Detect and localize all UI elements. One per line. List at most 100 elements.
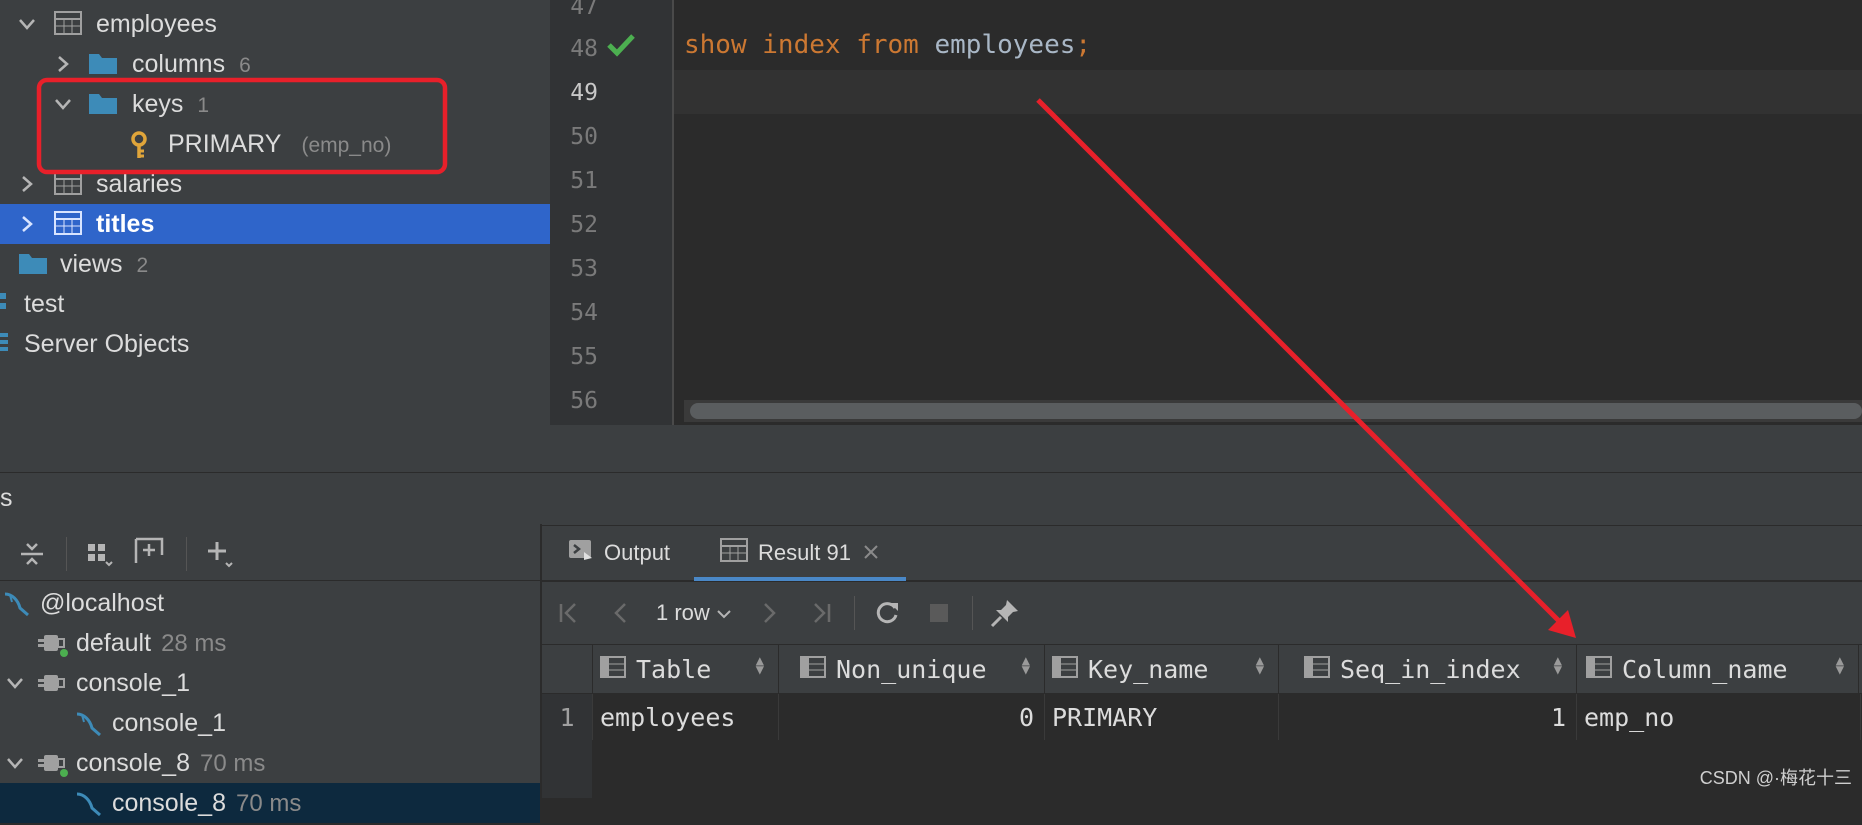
active-tab-indicator xyxy=(694,577,906,581)
cell-column-name[interactable]: emp_no xyxy=(1576,694,1861,740)
mysql-icon xyxy=(2,590,30,617)
service-label: console_1 xyxy=(76,668,190,697)
column-header-label: Column_name xyxy=(1622,654,1788,684)
column-header-label: Table xyxy=(636,654,712,684)
tree-item-label: Server Objects xyxy=(24,329,190,358)
group-by-icon[interactable] xyxy=(82,536,118,572)
first-page-icon[interactable] xyxy=(552,596,586,630)
tab-output[interactable]: Output xyxy=(568,526,670,580)
add-icon[interactable] xyxy=(202,536,238,572)
tree-item-label: keys xyxy=(132,89,184,118)
line-number: 52 xyxy=(570,212,598,238)
watermark: CSDN @·梅花十三 xyxy=(1699,768,1852,788)
sql-semicolon: ; xyxy=(1075,30,1092,60)
console-icon xyxy=(38,750,68,777)
tree-item-keys[interactable]: keys 1 xyxy=(0,84,550,124)
cell-seq-in-index[interactable]: 1 xyxy=(1278,694,1577,740)
cell-non-unique[interactable]: 0 xyxy=(778,694,1045,740)
services-title: s xyxy=(0,484,13,512)
column-icon xyxy=(1304,655,1330,684)
tree-item-views[interactable]: views 2 xyxy=(0,244,550,284)
folder-icon xyxy=(18,251,47,277)
server-objects-icon xyxy=(0,331,10,357)
tree-item-label: titles xyxy=(96,209,155,238)
row-number-header xyxy=(542,645,593,693)
column-header-non-unique[interactable]: Non_unique ▲ ▼ xyxy=(778,645,1045,693)
close-icon[interactable] xyxy=(863,540,879,566)
service-duration: 70 ms xyxy=(235,789,302,817)
service-label: console_1 xyxy=(112,708,226,737)
line-number: 54 xyxy=(570,300,598,326)
table-icon xyxy=(54,171,82,197)
tab-label: Output xyxy=(604,540,671,565)
tree-item-salaries[interactable]: salaries xyxy=(0,164,550,204)
line-number: 50 xyxy=(570,124,598,150)
column-header-table[interactable]: Table ▲ ▼ xyxy=(592,645,779,693)
sql-statement[interactable]: show index from employees; xyxy=(684,30,1091,60)
sort-icon[interactable]: ▲ ▼ xyxy=(1836,654,1844,677)
column-header-column-name[interactable]: Column_name ▲ ▼ xyxy=(1576,645,1859,693)
row-count-selector[interactable]: 1 row xyxy=(656,600,732,626)
chevron-right-icon[interactable] xyxy=(14,211,40,237)
service-item-console-1[interactable]: console_1 xyxy=(0,663,540,703)
tree-item-label: test xyxy=(24,289,65,318)
sort-icon[interactable]: ▲ ▼ xyxy=(756,654,764,677)
output-icon xyxy=(568,538,594,568)
line-number: 56 xyxy=(570,388,598,414)
sort-icon[interactable]: ▲ ▼ xyxy=(1554,654,1562,677)
sort-icon[interactable]: ▲ ▼ xyxy=(1256,654,1264,677)
column-icon xyxy=(600,655,626,684)
chevron-down-icon[interactable] xyxy=(2,670,28,696)
tree-item-employees[interactable]: employees xyxy=(0,4,550,44)
service-label: @localhost xyxy=(40,588,165,617)
service-item-console-8-session[interactable]: console_8 70 ms xyxy=(0,783,540,823)
line-number: 55 xyxy=(570,344,598,370)
previous-page-icon[interactable] xyxy=(604,596,638,630)
stop-icon[interactable] xyxy=(922,596,956,630)
table-icon xyxy=(54,11,82,37)
cell-table[interactable]: employees xyxy=(592,694,779,740)
line-number: 48 xyxy=(570,36,598,62)
column-icon xyxy=(1052,655,1078,684)
tab-result-91[interactable]: Result 91 xyxy=(720,526,879,580)
service-item-default[interactable]: default 28 ms xyxy=(0,623,540,663)
tab-label: Result 91 xyxy=(758,540,851,565)
tree-item-primary-key[interactable]: PRIMARY (emp_no) xyxy=(0,124,550,164)
tree-item-test[interactable]: test xyxy=(0,284,550,324)
pin-tab-icon[interactable] xyxy=(988,596,1022,630)
row-number[interactable]: 1 xyxy=(542,694,593,740)
tree-item-label: views xyxy=(60,249,123,278)
column-header-seq-in-index[interactable]: Seq_in_index ▲ ▼ xyxy=(1278,645,1577,693)
horizontal-scrollbar-thumb[interactable] xyxy=(690,403,1862,419)
service-duration: 28 ms xyxy=(161,629,227,657)
line-number: 53 xyxy=(570,256,598,282)
folder-icon xyxy=(88,51,117,77)
column-header-key-name[interactable]: Key_name ▲ ▼ xyxy=(1044,645,1279,693)
item-count: 1 xyxy=(197,93,210,117)
chevron-down-icon[interactable] xyxy=(50,91,76,117)
tree-item-label: employees xyxy=(96,9,217,38)
sort-icon[interactable]: ▲ ▼ xyxy=(1022,654,1030,677)
collapse-all-icon[interactable] xyxy=(14,536,50,572)
sql-editor[interactable] xyxy=(674,0,1862,425)
service-item-console-8[interactable]: console_8 70 ms xyxy=(0,743,540,783)
tree-item-columns[interactable]: columns 6 xyxy=(0,44,550,84)
next-page-icon[interactable] xyxy=(752,596,786,630)
new-session-icon[interactable] xyxy=(132,532,168,568)
refresh-icon[interactable] xyxy=(870,596,904,630)
cell-key-name[interactable]: PRIMARY xyxy=(1044,694,1279,740)
row-count-label: 1 row xyxy=(656,600,710,625)
sql-keyword: index xyxy=(762,30,841,60)
column-header-label: Key_name xyxy=(1088,654,1209,684)
service-item-localhost[interactable]: @localhost xyxy=(0,583,540,623)
last-page-icon[interactable] xyxy=(804,596,838,630)
service-item-console-1-session[interactable]: console_1 xyxy=(0,703,540,743)
chevron-down-icon[interactable] xyxy=(2,750,28,776)
tree-item-server-objects[interactable]: Server Objects xyxy=(0,324,550,364)
item-count: 2 xyxy=(136,253,149,277)
chevron-right-icon[interactable] xyxy=(14,171,40,197)
chevron-down-icon[interactable] xyxy=(14,11,40,37)
tree-item-titles[interactable]: titles xyxy=(0,204,550,244)
chevron-right-icon[interactable] xyxy=(50,51,76,77)
column-icon xyxy=(1586,655,1612,684)
